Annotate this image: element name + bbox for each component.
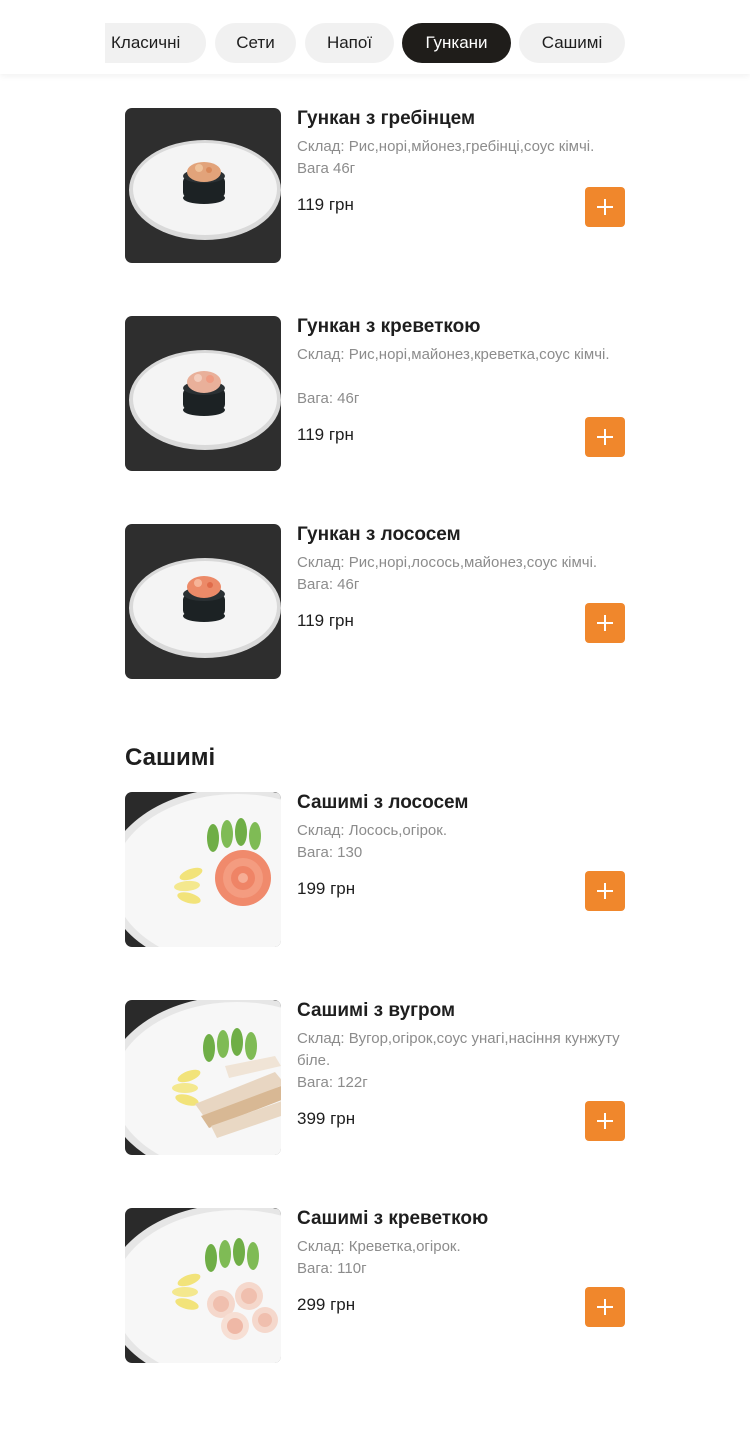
category-tab-label: Сети — [236, 33, 275, 52]
plus-icon — [597, 199, 613, 215]
sashimi-salmon-image[interactable] — [125, 792, 281, 947]
add-to-cart-button[interactable] — [585, 1101, 625, 1141]
item-name[interactable]: Гункан з гребінцем — [297, 108, 475, 130]
add-to-cart-button[interactable] — [585, 417, 625, 457]
item-name[interactable]: Сашимі з лососем — [297, 792, 468, 814]
item-description: Склад: Рис,норі,лосось,майонез,соус кімч… — [297, 554, 598, 571]
add-to-cart-button[interactable] — [585, 187, 625, 227]
item-price: 119 грн — [297, 611, 354, 630]
item-weight: Вага: 122г — [297, 1074, 368, 1091]
item-name[interactable]: Гункан з лососем — [297, 524, 461, 546]
item-description: Склад: Креветка,огірок. — [297, 1238, 461, 1255]
item-price: 199 грн — [297, 879, 356, 898]
category-tab-label: Гункани — [425, 33, 488, 52]
menu-item-card: Сашимі з креветкою Склад: Креветка,огіро… — [125, 1208, 625, 1366]
plus-icon — [597, 615, 613, 631]
plus-icon — [597, 1299, 613, 1315]
gunkan-shrimp-image[interactable] — [125, 316, 281, 471]
menu-item-card: Гункан з гребінцем Склад: Рис,норі,мйоне… — [125, 108, 625, 266]
item-description: Склад: Лосось,огірок. — [297, 822, 447, 839]
add-to-cart-button[interactable] — [585, 1287, 625, 1327]
item-price: 119 грн — [297, 425, 354, 444]
plus-icon — [597, 1113, 613, 1129]
category-tab-label: Напої — [326, 33, 373, 52]
item-weight: Вага 46г — [297, 160, 356, 177]
category-tab-label: Класичні — [111, 33, 181, 52]
add-to-cart-button[interactable] — [585, 603, 625, 643]
sashimi-shrimp-image[interactable] — [125, 1208, 281, 1363]
item-description: Склад: Вугор,огірок,соус унагі,насіння к… — [297, 1030, 620, 1069]
menu-item-card: Сашимі з вугром Склад: Вугор,огірок,соус… — [125, 1000, 625, 1158]
category-tab-sets[interactable]: Сети — [215, 23, 296, 63]
add-to-cart-button[interactable] — [585, 871, 625, 911]
item-description: Склад: Рис,норі,мйонез,гребінці,соус кім… — [297, 138, 595, 155]
category-tab-sashimi[interactable]: Сашимі — [519, 23, 625, 63]
item-weight: Вага: 46г — [297, 576, 360, 593]
category-bar-left-fade — [0, 0, 105, 74]
category-tab-label: Сашимі — [541, 33, 603, 52]
category-tab-drinks[interactable]: Напої — [305, 23, 394, 63]
gunkan-scallop-image[interactable] — [125, 108, 281, 263]
category-bar: Класичні Сети Напої Гункани Сашимі Класи… — [0, 0, 750, 74]
item-weight: Вага: 130 — [297, 844, 363, 861]
item-price: 399 грн — [297, 1109, 356, 1128]
item-name[interactable]: Сашимі з вугром — [297, 1000, 455, 1022]
gunkan-salmon-image[interactable] — [125, 524, 281, 679]
section-title-sashimi: Сашимі — [125, 744, 216, 771]
item-name[interactable]: Сашимі з креветкою — [297, 1208, 488, 1230]
plus-icon — [597, 883, 613, 899]
sashimi-eel-image[interactable] — [125, 1000, 281, 1155]
menu-item-card: Сашимі з лососем Склад: Лосось,огірок. В… — [125, 792, 625, 950]
item-name[interactable]: Гункан з креветкою — [297, 316, 480, 338]
item-price: 119 грн — [297, 195, 354, 214]
plus-icon — [597, 429, 613, 445]
item-description: Склад: Рис,норі,майонез,креветка,соус кі… — [297, 346, 610, 363]
menu-item-card: Гункан з креветкою Склад: Рис,норі,майон… — [125, 316, 625, 474]
category-tab-gunkan[interactable]: Гункани — [402, 23, 511, 63]
menu-item-card: Гункан з лососем Склад: Рис,норі,лосось,… — [125, 524, 625, 682]
item-price: 299 грн — [297, 1295, 356, 1314]
item-weight: Вага: 110г — [297, 1260, 367, 1277]
category-tab-classic-visible[interactable]: Класичні — [105, 23, 206, 63]
item-weight: Вага: 46г — [297, 390, 360, 407]
